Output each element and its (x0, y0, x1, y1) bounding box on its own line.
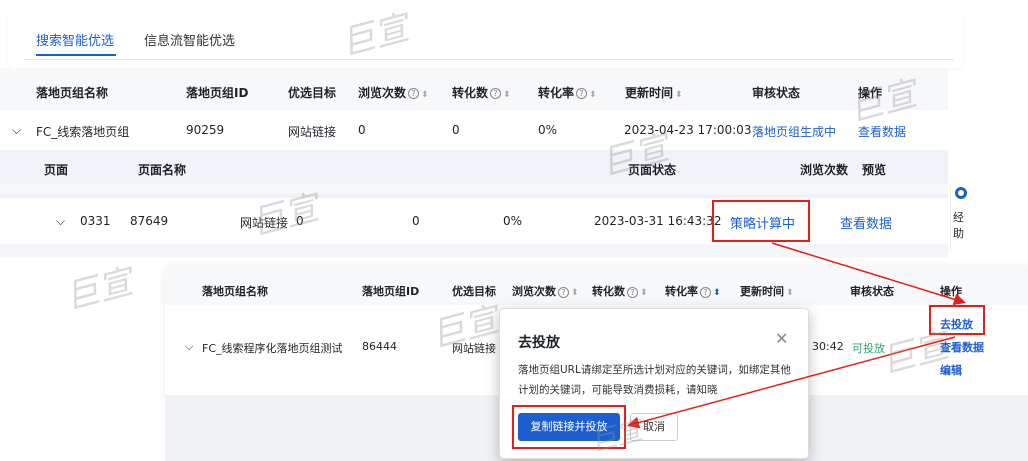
annotation-arrow (771, 242, 966, 306)
annotation-arrows (627, 242, 966, 429)
